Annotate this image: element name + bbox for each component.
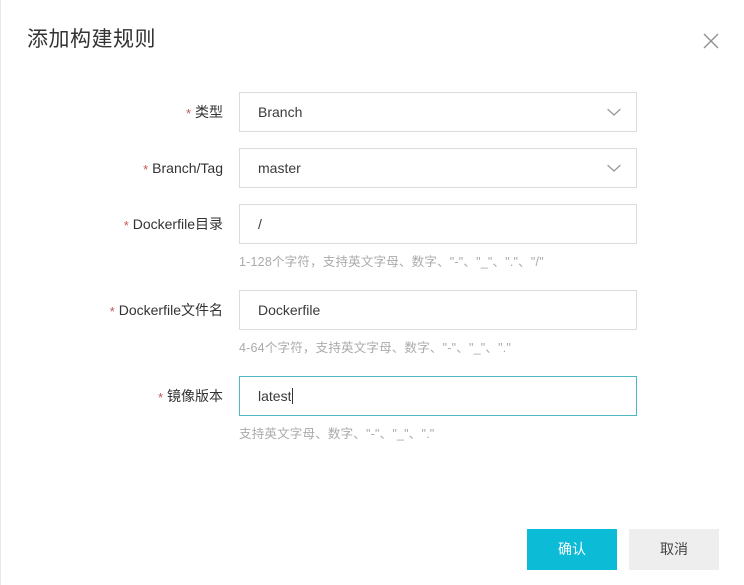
- input-image-version[interactable]: latest: [239, 376, 637, 416]
- label-dockerfile-dir-text: Dockerfile目录: [132, 216, 223, 232]
- label-branch-tag-text: Branch/Tag: [152, 160, 223, 176]
- input-dockerfile-dir-value: /: [258, 216, 262, 232]
- hint-dockerfile-name: 4-64个字符，支持英文字母、数字、"-"、"_"、".": [239, 341, 512, 355]
- add-build-rule-dialog: 添加构建规则 * 类型 Branch * Branch/Tag master *…: [0, 0, 744, 585]
- input-dockerfile-name-value: Dockerfile: [258, 302, 321, 318]
- cancel-button[interactable]: 取消: [629, 528, 719, 570]
- label-dockerfile-name: * Dockerfile文件名: [1, 290, 223, 332]
- form-row-type: * 类型 Branch: [1, 92, 744, 134]
- hint-image-version: 支持英文字母、数字、"-"、"_"、".": [239, 427, 435, 441]
- select-branch-tag-value: master: [258, 160, 301, 176]
- input-image-version-value: latest: [258, 388, 292, 404]
- chevron-down-icon[interactable]: [606, 104, 622, 120]
- text-cursor: [292, 388, 294, 404]
- field-col-dockerfile-name: Dockerfile 4-64个字符，支持英文字母、数字、"-"、"_"、".": [239, 290, 637, 357]
- field-col-dockerfile-dir: / 1-128个字符，支持英文字母、数字、"-"、"_"、"."、"/": [239, 204, 637, 271]
- dialog-footer: 确认 取消: [1, 513, 744, 585]
- input-dockerfile-name[interactable]: Dockerfile: [239, 290, 637, 330]
- confirm-button[interactable]: 确认: [527, 528, 617, 570]
- form-row-dockerfile-name: * Dockerfile文件名 Dockerfile 4-64个字符，支持英文字母…: [1, 290, 744, 357]
- field-col-branch-tag: master: [239, 148, 637, 188]
- select-type[interactable]: Branch: [239, 92, 637, 132]
- select-type-value: Branch: [258, 104, 303, 120]
- required-marker-dockerfile-name: *: [109, 304, 115, 319]
- label-dockerfile-name-text: Dockerfile文件名: [118, 302, 223, 318]
- chevron-down-icon[interactable]: [606, 160, 622, 176]
- form-row-dockerfile-dir: * Dockerfile目录 / 1-128个字符，支持英文字母、数字、"-"、"…: [1, 204, 744, 271]
- label-type: * 类型: [1, 92, 223, 134]
- label-image-version: * 镜像版本: [1, 376, 223, 418]
- dialog-header: 添加构建规则: [1, 0, 744, 78]
- form-row-branch-tag: * Branch/Tag master: [1, 148, 744, 190]
- required-marker-type: *: [185, 106, 191, 121]
- hint-dockerfile-dir: 1-128个字符，支持英文字母、数字、"-"、"_"、"."、"/": [239, 255, 544, 269]
- label-image-version-text: 镜像版本: [167, 388, 223, 404]
- page-title: 添加构建规则: [27, 28, 156, 51]
- field-col-type: Branch: [239, 92, 637, 132]
- select-branch-tag[interactable]: master: [239, 148, 637, 188]
- required-marker-dockerfile-dir: *: [123, 218, 129, 233]
- field-col-image-version: latest 支持英文字母、数字、"-"、"_"、".": [239, 376, 637, 443]
- required-marker-branch-tag: *: [143, 162, 149, 177]
- close-button[interactable]: [697, 27, 725, 55]
- label-dockerfile-dir: * Dockerfile目录: [1, 204, 223, 246]
- label-type-text: 类型: [195, 104, 223, 120]
- form-row-image-version: * 镜像版本 latest 支持英文字母、数字、"-"、"_"、".": [1, 376, 744, 443]
- label-branch-tag: * Branch/Tag: [1, 148, 223, 190]
- required-marker-image-version: *: [157, 390, 163, 405]
- close-icon: [701, 31, 721, 51]
- build-rule-form: * 类型 Branch * Branch/Tag master * Docker…: [1, 78, 744, 443]
- input-dockerfile-dir[interactable]: /: [239, 204, 637, 244]
